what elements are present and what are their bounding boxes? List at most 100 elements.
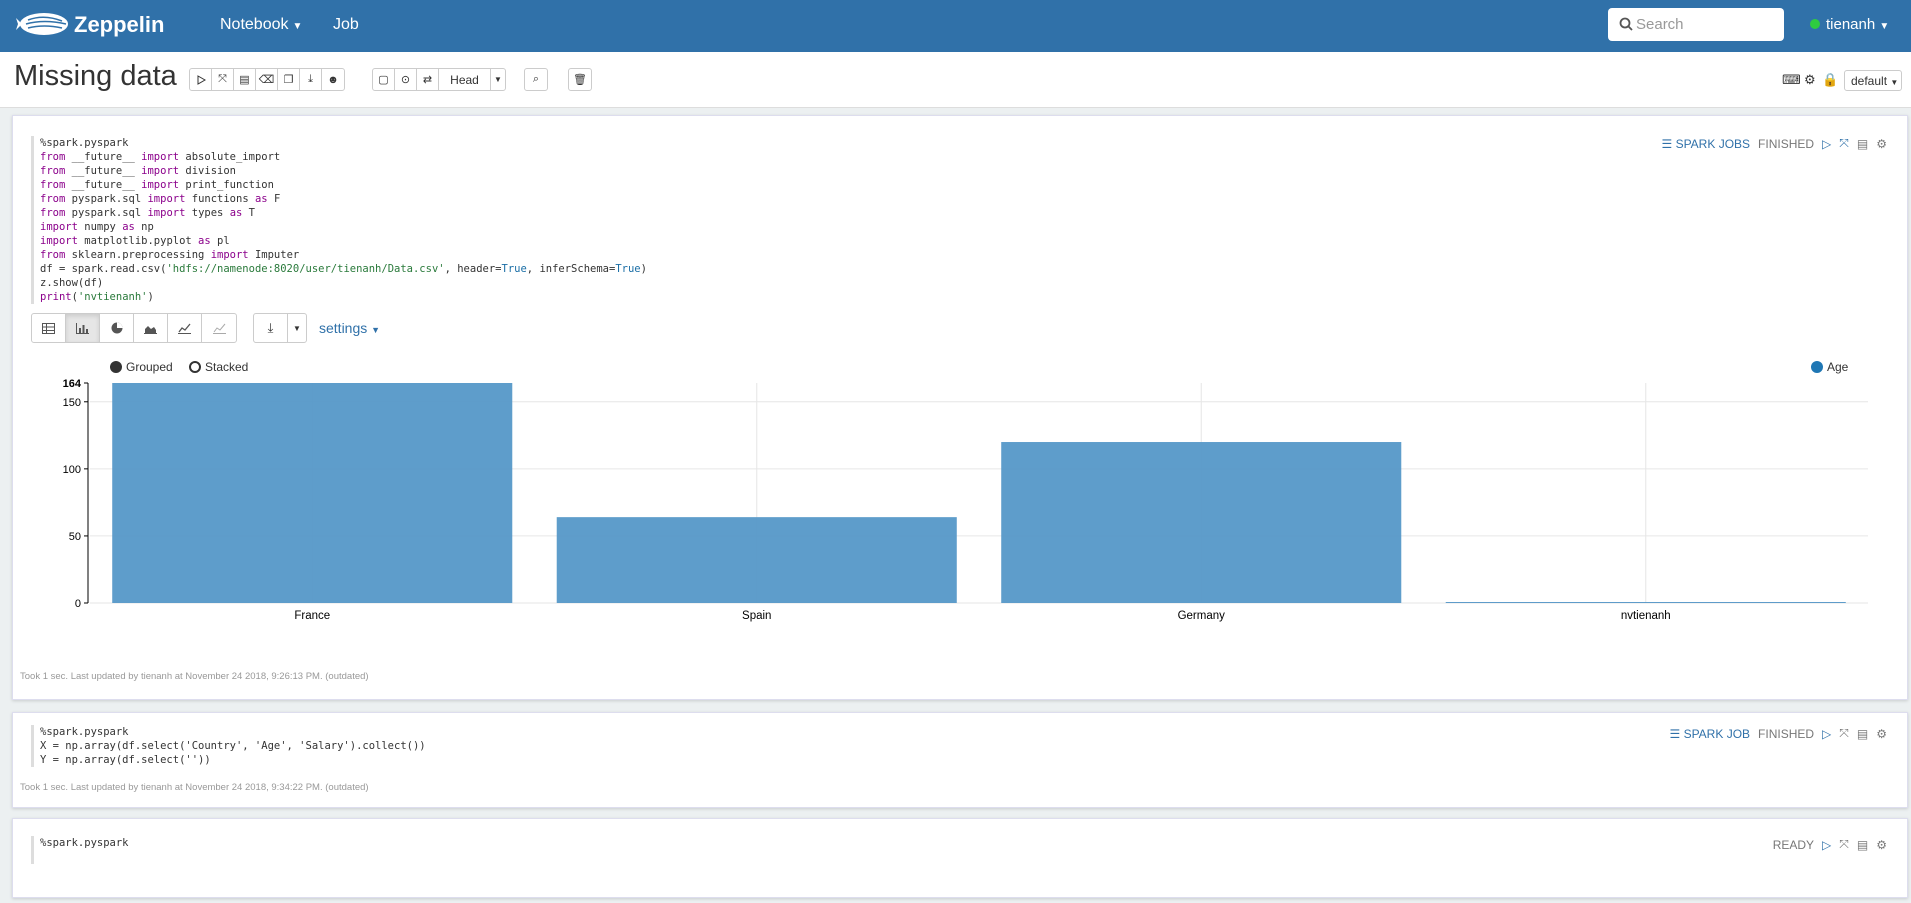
book-icon: ▤	[239, 74, 250, 86]
brand-name[interactable]: Zeppelin	[74, 12, 164, 38]
code-line: df = spark.read.csv('hdfs://namenode:802…	[40, 263, 647, 275]
clone-button[interactable]: ❐	[278, 69, 300, 90]
chevron-down-icon: ▼	[1890, 78, 1899, 87]
code-line: %spark.pyspark	[40, 137, 129, 149]
delete-notebook-button[interactable]: 🗑	[569, 69, 591, 90]
lock-icon[interactable]: 🔒	[1822, 72, 1838, 88]
interpreter-select[interactable]: default ▼	[1844, 70, 1902, 91]
series-legend-age[interactable]: Age	[1811, 360, 1848, 374]
area-chart-button[interactable]	[134, 314, 168, 342]
trash-icon: 🗑	[573, 74, 587, 86]
show-hide-output-button[interactable]: ▤	[1857, 727, 1868, 741]
chevron-down-icon: ▼	[1879, 21, 1890, 32]
run-paragraph-button[interactable]: ▷	[1822, 838, 1831, 852]
grouped-radio[interactable]: Grouped	[110, 360, 173, 374]
page-title[interactable]: Missing data	[14, 60, 177, 93]
spark-jobs-label: SPARK JOBS	[1675, 136, 1751, 151]
scatter-chart-button[interactable]	[202, 314, 236, 342]
table-view-button[interactable]	[32, 314, 66, 342]
notebook-actions: ⤧ ▤ ⌫ ❐ ⤓ ☻	[189, 68, 345, 91]
show-hide-output-button[interactable]: ▤	[1857, 137, 1868, 151]
chart-settings-toggle[interactable]: settings ▼	[319, 320, 380, 336]
run-paragraph-button[interactable]: ▷	[1822, 137, 1831, 151]
bar-chart-icon	[76, 322, 89, 334]
scatter-chart-icon	[212, 323, 226, 334]
search-input[interactable]: Search	[1608, 8, 1784, 41]
version-control-button[interactable]: ▢	[373, 69, 395, 90]
show-hide-code-button[interactable]: ⤧	[212, 69, 234, 90]
download-data-button[interactable]: ⤓	[254, 314, 288, 342]
spark-jobs-link[interactable]: ☰ SPARK JOBS	[1661, 137, 1750, 151]
stacked-radio[interactable]: Stacked	[189, 360, 248, 374]
line-chart-icon	[178, 323, 191, 334]
code-line: import numpy as np	[40, 221, 154, 233]
code-editor[interactable]: %spark.pyspark from __future__ import abs…	[31, 136, 647, 304]
clear-output-button[interactable]: ⌫	[256, 69, 278, 90]
chevron-down-icon: ▼	[293, 323, 301, 333]
show-hide-editor-button[interactable]: ⤧	[1839, 136, 1849, 151]
paragraph-status: READY	[1772, 837, 1815, 852]
keyboard-shortcut-icon[interactable]: ⌨	[1782, 72, 1801, 88]
users-icon: ☻	[327, 73, 339, 86]
notebook-menu-label: Notebook	[220, 16, 289, 33]
list-icon: ☰	[1661, 136, 1673, 151]
job-link[interactable]: Job	[333, 16, 359, 34]
radio-filled-icon	[110, 361, 122, 373]
radio-empty-icon	[189, 361, 201, 373]
paragraph-footer: Took 1 sec. Last updated by tienanh at N…	[20, 671, 369, 682]
eraser-icon: ⌫	[258, 74, 275, 86]
show-hide-editor-button[interactable]: ⤧	[1839, 837, 1849, 852]
run-paragraph-button[interactable]: ▷	[1822, 727, 1831, 741]
search-code-button[interactable]: ⌕	[525, 69, 547, 90]
version-controls: ▢ ⊙ ⇄ Head ▼	[372, 68, 506, 91]
export-button[interactable]: ⤓	[300, 69, 322, 90]
paragraph-settings-gear-icon[interactable]: ⚙	[1876, 137, 1887, 151]
code-line: %spark.pyspark	[40, 726, 129, 738]
pie-chart-icon	[111, 322, 122, 334]
compare-button[interactable]: ⇄	[417, 69, 439, 90]
show-hide-output-button[interactable]: ▤	[234, 69, 256, 90]
pie-chart-button[interactable]	[100, 314, 134, 342]
code-line: X = np.array(df.select('Country', 'Age',…	[40, 740, 426, 752]
commit-button[interactable]: ⊙	[395, 69, 417, 90]
notebook-menu[interactable]: Notebook ▼	[220, 16, 302, 34]
code-line: from pyspark.sql import functions as F	[40, 193, 281, 205]
swap-icon: ⇄	[422, 74, 433, 86]
run-all-button[interactable]	[190, 69, 212, 90]
visualization-buttons	[31, 313, 237, 343]
download-format-dropdown[interactable]: ▼	[288, 314, 306, 342]
code-line: from __future__ import print_function	[40, 179, 274, 191]
paragraph-status: FINISHED	[1758, 726, 1815, 741]
paragraph-settings-gear-icon[interactable]: ⚙	[1876, 838, 1887, 852]
file-icon: ▢	[378, 74, 389, 86]
online-status-icon	[1810, 19, 1820, 29]
expand-icon: ⤧	[218, 73, 227, 85]
paragraph-controls: READY ▷ ⤧ ▤ ⚙	[1773, 837, 1887, 852]
permissions-button[interactable]: ☻	[322, 69, 344, 90]
show-hide-output-button[interactable]: ▤	[1857, 838, 1868, 852]
user-menu[interactable]: tienanh ▼	[1810, 16, 1889, 33]
code-editor[interactable]: %spark.pyspark X = np.array(df.select('Co…	[31, 725, 426, 767]
head-select[interactable]: Head	[439, 69, 491, 90]
series-legend-label: Age	[1827, 360, 1849, 374]
code-line: from __future__ import division	[40, 165, 236, 177]
stacked-label: Stacked	[205, 360, 249, 374]
code-line: from __future__ import absolute_import	[40, 151, 281, 163]
line-chart-button[interactable]	[168, 314, 202, 342]
code-editor[interactable]: %spark.pyspark	[31, 836, 129, 864]
code-line: import matplotlib.pyplot as pl	[40, 235, 230, 247]
spark-jobs-link[interactable]: ☰ SPARK JOB	[1669, 727, 1750, 741]
chevron-down-icon: ▼	[292, 21, 303, 32]
zeppelin-logo-icon[interactable]	[14, 8, 70, 42]
spark-jobs-label: SPARK JOB	[1683, 726, 1751, 741]
bar-chart-button[interactable]	[66, 314, 100, 342]
paragraph[interactable]	[12, 818, 1908, 898]
show-hide-editor-button[interactable]: ⤧	[1839, 726, 1849, 741]
gear-icon[interactable]: ⚙	[1804, 72, 1816, 88]
paragraph-settings-gear-icon[interactable]: ⚙	[1876, 727, 1887, 741]
search-icon: ⌕	[532, 73, 540, 85]
interpreter-label: default	[1851, 74, 1888, 88]
head-dropdown-button[interactable]: ▼	[491, 69, 505, 90]
copy-icon: ❐	[283, 74, 294, 86]
circle-icon: ⊙	[400, 74, 411, 86]
